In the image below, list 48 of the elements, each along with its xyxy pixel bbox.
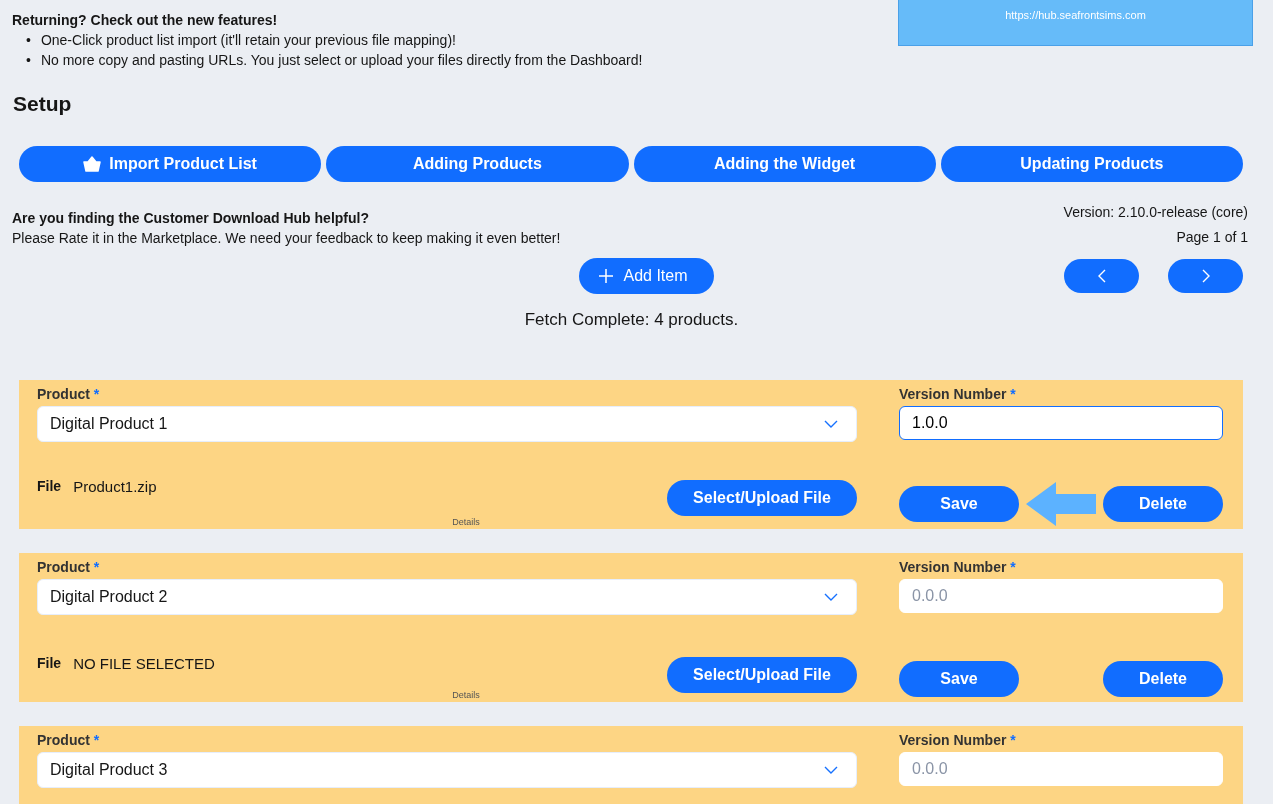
field-label: Product * — [37, 386, 101, 402]
field-label: Product * — [37, 559, 101, 575]
field-label: Version Number * — [899, 732, 1017, 748]
select-upload-button[interactable]: Select/Upload File — [667, 479, 857, 516]
chevron-down-icon — [824, 766, 838, 774]
notice-title: Returning? Check out the new features! — [12, 12, 279, 28]
guide-button[interactable]: Import Product List — [19, 146, 322, 182]
version-input[interactable]: 0.0.0 — [899, 579, 1223, 613]
feedback-question: Are you finding the Customer Download Hub helpful? — [12, 210, 370, 226]
guide-button[interactable]: Adding the Widget — [633, 146, 936, 182]
feature-text: One-Click product list import (it'll retain your previous file mapping)! — [40, 31, 456, 50]
setup-heading: Setup — [13, 92, 73, 116]
product-dropdown[interactable]: Digital Product 3 — [37, 752, 857, 788]
fetch-status: Fetch Complete: 4 products. — [523, 310, 740, 330]
field-label: Version Number * — [899, 559, 1017, 575]
save-button[interactable]: Save — [899, 486, 1019, 523]
plus-icon — [599, 269, 614, 283]
product-dropdown[interactable]: Digital Product 2 — [37, 579, 857, 615]
file-name: Product1.zip — [73, 477, 157, 495]
guide-button[interactable]: Adding Products — [326, 146, 629, 182]
add-item-button[interactable]: Add Item — [579, 258, 714, 294]
delete-button[interactable]: Delete — [1103, 661, 1223, 698]
version-text: Version: 2.10.0-release (core) — [1063, 204, 1248, 220]
url-banner: https://hub.seafrontsims.com — [898, 0, 1253, 46]
bullet-marker: • — [26, 51, 31, 70]
bullet-marker: • — [26, 31, 31, 50]
basket-icon — [83, 156, 102, 172]
file-label: File — [37, 654, 62, 672]
feedback-request: Please Rate it in the Marketplace. We need your feedback to keep making it even better! — [12, 230, 561, 246]
field-label: Version Number * — [899, 386, 1017, 402]
next-page-button[interactable] — [1168, 259, 1243, 293]
select-upload-button[interactable]: Select/Upload File — [667, 656, 857, 693]
page-indicator: Page 1 of 1 — [1175, 229, 1248, 245]
previous-page-button[interactable] — [1064, 259, 1139, 293]
feature-text: No more copy and pasting URLs. You just select or upload your files directly from the Dashboard! — [40, 51, 643, 70]
chevron-left-icon — [1097, 269, 1106, 283]
delete-button[interactable]: Delete — [1103, 486, 1223, 523]
field-label: Product * — [37, 732, 101, 748]
version-input[interactable]: 1.0.0 — [899, 406, 1223, 440]
file-label: File — [37, 477, 62, 495]
product-dropdown[interactable]: Digital Product 1 — [37, 406, 857, 442]
chevron-right-icon — [1201, 269, 1210, 283]
save-button[interactable]: Save — [899, 661, 1019, 698]
file-name: NO FILE SELECTED — [73, 654, 215, 672]
chevron-down-icon — [824, 420, 838, 428]
version-input[interactable]: 0.0.0 — [899, 752, 1223, 786]
chevron-down-icon — [824, 593, 838, 601]
guide-button[interactable]: Updating Products — [940, 146, 1243, 182]
